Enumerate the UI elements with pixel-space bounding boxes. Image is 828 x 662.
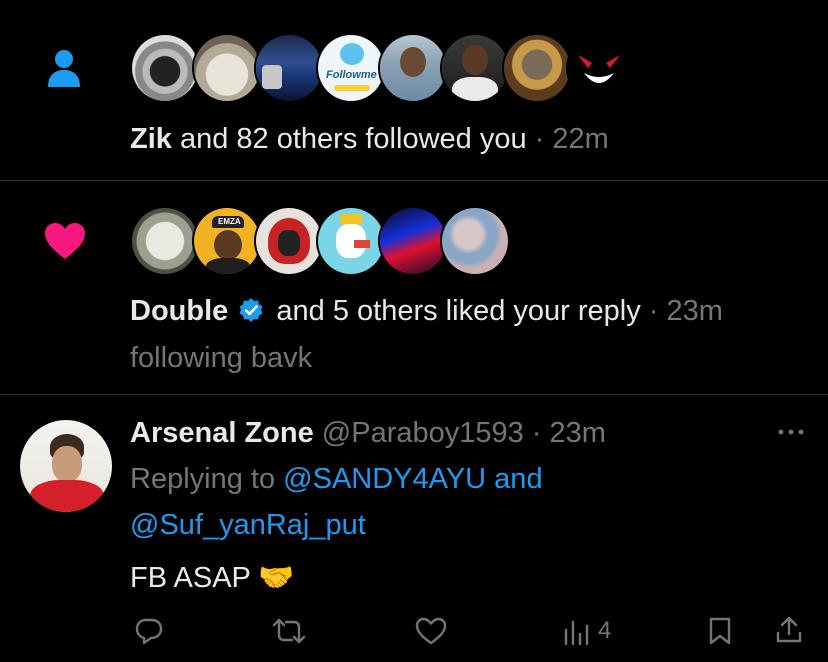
time-separator: ·: [523, 417, 550, 449]
follower-avatars: Followme: [132, 35, 632, 101]
person-icon: [46, 48, 82, 88]
follow-text: Zik and 82 others followed you · 22m: [130, 123, 609, 156]
avatar-emza[interactable]: EMZA: [194, 208, 260, 274]
retweet-icon[interactable]: [272, 617, 306, 645]
tweet-header: Arsenal Zone @Paraboy1593 · 23m: [130, 417, 606, 450]
reply-join: and: [486, 463, 543, 495]
like-text: Double and 5 others liked your reply · 2…: [130, 295, 723, 328]
liker-avatars: EMZA: [132, 208, 508, 274]
views-icon[interactable]: [562, 618, 592, 646]
heart-icon: [44, 222, 86, 260]
tweet-body: FB ASAP 🤝: [130, 561, 295, 595]
divider: [0, 180, 828, 181]
reply-icon[interactable]: [134, 616, 164, 646]
handshake-emoji: 🤝: [258, 562, 295, 594]
replying-to-line: Replying to @SANDY4AYU and: [130, 463, 543, 496]
replying-prefix: Replying to: [130, 463, 284, 495]
time-separator: ·: [526, 123, 553, 155]
share-icon[interactable]: [774, 615, 804, 645]
bookmark-icon[interactable]: [706, 616, 734, 646]
avatar-gengar[interactable]: [566, 35, 632, 101]
avatar-spartan[interactable]: [256, 208, 322, 274]
avatar-messy-hair[interactable]: [132, 35, 198, 101]
avatar[interactable]: [20, 420, 112, 512]
avatar-blurred[interactable]: [442, 208, 508, 274]
avatar-man-portrait[interactable]: [380, 35, 446, 101]
like-time: 23m: [666, 295, 723, 327]
tweet-text: FB ASAP: [130, 562, 259, 594]
avatar-cat[interactable]: [194, 35, 260, 101]
follower-name[interactable]: Zik: [130, 123, 172, 155]
tweet-time[interactable]: 23m: [550, 417, 606, 449]
reply-mention-1[interactable]: @SANDY4AYU: [283, 463, 486, 495]
divider: [0, 394, 828, 395]
emza-cap-text: EMZA: [218, 217, 241, 226]
liker-name[interactable]: Double: [130, 295, 228, 327]
verified-badge-icon: [238, 297, 264, 323]
display-name[interactable]: Arsenal Zone: [130, 417, 314, 449]
user-handle[interactable]: @Paraboy1593: [322, 417, 524, 449]
like-icon[interactable]: [415, 617, 447, 645]
avatar-neon[interactable]: [380, 208, 446, 274]
reply-mention-2[interactable]: @Suf_yanRaj_put: [130, 509, 366, 542]
liked-reply-preview: following bavk: [130, 342, 313, 374]
time-separator: ·: [640, 295, 667, 327]
views-count: 4: [598, 617, 612, 644]
follow-time: 22m: [552, 123, 609, 155]
like-description: and 5 others liked your reply: [268, 295, 641, 327]
avatar-follow-me-bird[interactable]: Followme: [318, 35, 384, 101]
avatar-hippo[interactable]: [504, 35, 570, 101]
follow-description: and 82 others followed you: [171, 123, 527, 155]
avatar-anime[interactable]: [132, 208, 198, 274]
more-dots-icon[interactable]: [776, 426, 806, 438]
follow-me-badge: Followme: [326, 69, 377, 81]
avatar-footballer-trophy[interactable]: [256, 35, 322, 101]
avatar-man-dark[interactable]: [442, 35, 508, 101]
avatar-crowned-duck[interactable]: [318, 208, 384, 274]
